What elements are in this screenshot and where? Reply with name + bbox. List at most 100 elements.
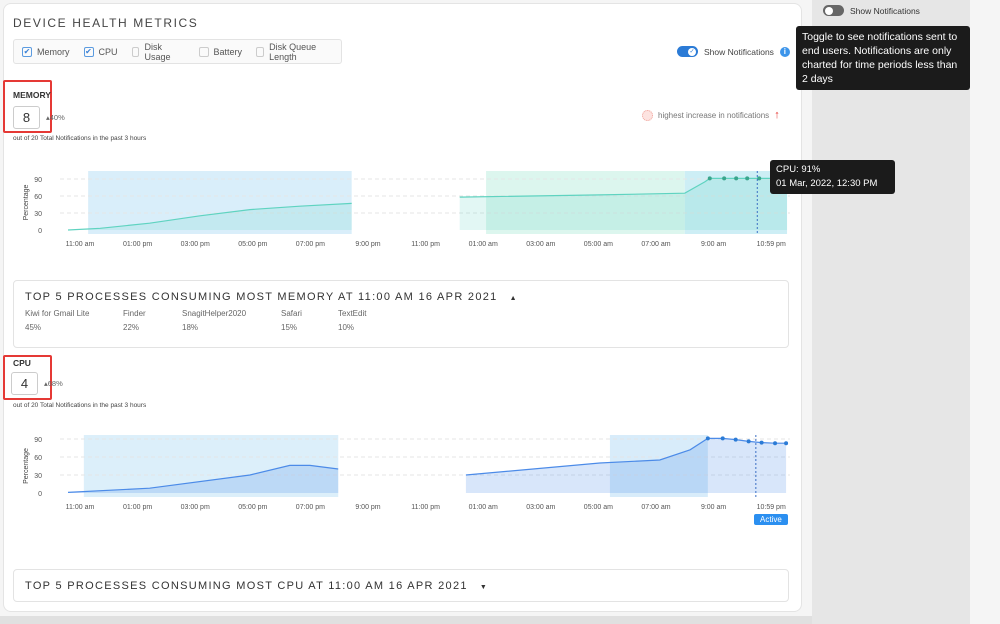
cpu-delta: ▴68% — [44, 379, 63, 388]
process-value: 18% — [182, 323, 199, 332]
filter-label: Memory — [37, 46, 70, 57]
y-tick-label: 60 — [34, 194, 42, 201]
y-tick-label: 60 — [34, 455, 42, 462]
process-name: Kiwi for Gmail Lite — [25, 309, 90, 318]
checkbox-checked-icon[interactable]: ✔ — [83, 46, 94, 57]
x-tick-label: 05:00 am — [584, 241, 613, 248]
x-tick-label: 9:00 am — [701, 504, 726, 511]
cpu-label: CPU — [13, 358, 31, 368]
caret-up-icon[interactable]: ▲ — [510, 295, 518, 302]
arrow-up-icon: ↑ — [774, 109, 780, 121]
chart-hover-tooltip: CPU: 91% 01 Mar, 2022, 12:30 PM — [770, 160, 895, 194]
show-notifications-toggle[interactable]: ✓ Show Notifications i — [677, 46, 790, 57]
data-point — [733, 437, 738, 442]
panel-title: TOP 5 PROCESSES CONSUMING MOST MEMORY AT… — [25, 291, 498, 303]
x-tick-label: 05:00 pm — [238, 241, 267, 248]
highest-increase-legend: highest increase in notifications ↑ — [642, 109, 780, 121]
process-item: Kiwi for Gmail Lite 45% — [25, 307, 123, 335]
x-tick-label: 03:00 am — [526, 241, 555, 248]
process-name: Safari — [281, 309, 302, 318]
info-icon[interactable]: i — [779, 46, 790, 57]
side-toggle-label: Show Notifications — [850, 5, 920, 16]
x-tick-label: 01:00 pm — [123, 504, 152, 511]
data-point — [773, 441, 778, 446]
data-point — [745, 176, 750, 181]
y-axis-label: Percentage — [23, 448, 30, 484]
cpu-subtitle: out of 20 Total Notifications in the pas… — [13, 402, 147, 409]
process-name: Finder — [123, 309, 146, 318]
active-badge: Active — [754, 514, 788, 525]
process-value: 45% — [25, 323, 42, 332]
y-tick-label: 30 — [34, 211, 42, 218]
toggle-label: Show Notifications — [704, 46, 774, 57]
highest-label: highest increase in notifications — [658, 110, 770, 120]
tooltip-value: CPU: 91% — [776, 164, 821, 175]
checkbox-icon[interactable] — [256, 46, 265, 57]
caret-down-icon[interactable]: ▼ — [480, 584, 488, 591]
panel-title: TOP 5 PROCESSES CONSUMING MOST CPU AT 11… — [25, 580, 468, 592]
filter-label: CPU — [98, 46, 118, 57]
x-tick-label: 05:00 pm — [238, 504, 267, 511]
x-tick-label: 01:00 am — [469, 241, 498, 248]
bottom-strip — [0, 616, 812, 624]
memory-subtitle: out of 20 Total Notifications in the pas… — [13, 135, 147, 142]
toggle-on-icon[interactable]: ✓ — [677, 46, 698, 57]
process-item: SnagitHelper2020 18% — [182, 307, 281, 335]
y-tick-label: 90 — [34, 437, 42, 444]
x-tick-label: 07:00 pm — [296, 241, 325, 248]
page-title: DEVICE HEALTH METRICS — [13, 16, 199, 30]
x-tick-label: 05:00 am — [584, 504, 613, 511]
memory-label: MEMORY — [13, 90, 51, 100]
filter-label: Disk Queue Length — [269, 41, 317, 62]
data-point — [759, 440, 764, 445]
memory-chart[interactable]: 0 30 60 90 Percentage 11:00 am 01:00 pm 03:00 p… — [0, 160, 800, 255]
data-point — [784, 441, 789, 446]
process-item: Finder 22% — [123, 307, 182, 335]
x-tick-label: 10:59 pm — [757, 241, 786, 248]
data-point — [720, 436, 725, 441]
x-tick-label: 07:00 pm — [296, 504, 325, 511]
x-tick-label: 11:00 am — [66, 241, 95, 248]
x-tick-label: 11:00 am — [66, 504, 95, 511]
filter-disk-queue-length[interactable]: Disk Queue Length — [256, 42, 327, 62]
process-item: TextEdit 10% — [338, 307, 398, 335]
data-point — [707, 176, 712, 181]
y-axis-label: Percentage — [23, 184, 30, 220]
filter-memory[interactable]: ✔ Memory — [22, 46, 70, 57]
memory-processes-panel: TOP 5 PROCESSES CONSUMING MOST MEMORY AT… — [13, 280, 789, 348]
filter-battery[interactable]: Battery — [198, 46, 243, 57]
x-tick-label: 01:00 pm — [123, 241, 152, 248]
cpu-chart[interactable]: 0 30 60 90 Percentage 11:00 am 01:00 pm 03:00 p… — [0, 424, 800, 519]
process-value: 15% — [281, 323, 298, 332]
x-tick-label: 03:00 pm — [181, 504, 210, 511]
checkbox-icon[interactable] — [198, 46, 209, 57]
y-tick-label: 90 — [34, 177, 42, 184]
memory-processes-title[interactable]: TOP 5 PROCESSES CONSUMING MOST MEMORY AT… — [25, 291, 518, 303]
filter-label: Battery — [213, 46, 243, 57]
process-value: 10% — [338, 323, 355, 332]
data-point — [705, 436, 710, 441]
filter-cpu[interactable]: ✔ CPU — [83, 46, 118, 57]
side-notifications-toggle[interactable]: Show Notifications — [823, 5, 920, 16]
y-tick-label: 0 — [38, 228, 42, 235]
process-list: Kiwi for Gmail Lite 45% Finder 22% SnagitHel… — [25, 307, 398, 335]
checkbox-checked-icon[interactable]: ✔ — [22, 46, 32, 57]
y-tick-label: 0 — [38, 491, 42, 498]
x-tick-label: 11:00 pm — [411, 504, 440, 511]
toggle-off-icon[interactable] — [823, 5, 844, 16]
y-tick-label: 30 — [34, 473, 42, 480]
checkbox-icon[interactable] — [131, 46, 140, 57]
side-panel — [812, 0, 970, 624]
process-name: SnagitHelper2020 — [182, 309, 247, 318]
data-point — [757, 176, 762, 181]
x-tick-label: 10:59 pm — [757, 504, 786, 511]
filter-disk-usage[interactable]: Disk Usage — [131, 41, 179, 62]
x-tick-label: 07:00 am — [641, 241, 670, 248]
lightbulb-icon — [642, 109, 653, 121]
data-point — [722, 176, 727, 181]
x-tick-label: 9:00 pm — [355, 241, 380, 248]
cpu-processes-title[interactable]: TOP 5 PROCESSES CONSUMING MOST CPU AT 11… — [25, 580, 488, 592]
filter-label: Disk Usage — [144, 41, 171, 62]
process-value: 22% — [123, 323, 140, 332]
x-tick-label: 03:00 am — [526, 504, 555, 511]
